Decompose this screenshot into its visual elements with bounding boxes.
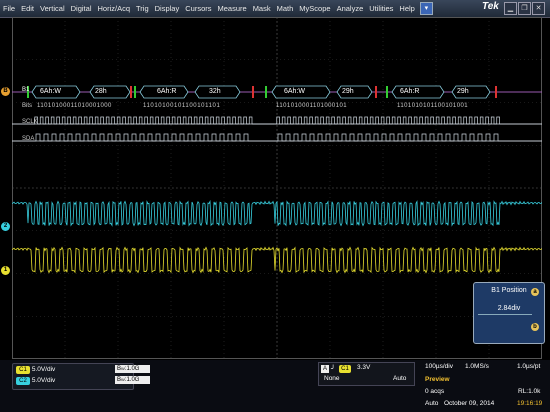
menu-edit[interactable]: Edit xyxy=(18,0,37,17)
menu-display[interactable]: Display xyxy=(152,0,183,17)
menu-analyze[interactable]: Analyze xyxy=(334,0,367,17)
ch1-trace xyxy=(11,246,543,274)
menu-help[interactable]: Help xyxy=(396,0,417,17)
menu-digital[interactable]: Digital xyxy=(68,0,95,17)
close-icon[interactable]: ✕ xyxy=(532,2,545,15)
bits-row-4: 1101010101100101001 xyxy=(397,103,469,109)
menu-myscope[interactable]: MyScope xyxy=(296,0,333,17)
packet-4-data: 29h xyxy=(457,88,469,95)
packet-1-address: 6Ah:W xyxy=(40,88,62,95)
menu-utilities[interactable]: Utilities xyxy=(366,0,396,17)
bits-row-2: 11010100101100101101 xyxy=(143,103,221,109)
graticule xyxy=(11,16,543,360)
sample-rate: 1.0MS/s xyxy=(465,363,489,370)
trigger-slope-icon: ╯ xyxy=(331,366,336,373)
ch1-bandwidth: BW:1.0G xyxy=(115,365,150,373)
menu-mask[interactable]: Mask xyxy=(250,0,274,17)
trigger-mode: Auto xyxy=(393,375,407,382)
stop-marker xyxy=(495,86,497,98)
ch1-badge: C1 xyxy=(16,366,30,374)
bus-label: B1 xyxy=(22,87,30,93)
packet-1-data: 28h xyxy=(95,88,107,95)
packet-2-data: 32h xyxy=(209,88,221,95)
ch1-scale: 5.0V/div xyxy=(31,366,56,373)
start-marker xyxy=(265,86,267,98)
menu-bar: File Edit Vertical Digital Horiz/Acq Trig Disp… xyxy=(0,0,550,18)
trigger-readout[interactable]: A ╯ C1 3.3V None Auto xyxy=(318,362,415,386)
ch1-readout[interactable]: C1 5.0V/div xyxy=(16,365,116,374)
scl-label: SCLK xyxy=(22,119,38,125)
ch2-readout[interactable]: C2 5.0V/div xyxy=(16,376,116,385)
start-marker xyxy=(134,86,136,98)
acq-mode: Auto xyxy=(425,400,439,407)
acq-date: October 09, 2014 xyxy=(444,400,495,407)
panel-divider xyxy=(478,314,532,315)
acq-time: 19:16:19 xyxy=(517,400,543,407)
bits-label: Bits xyxy=(22,103,33,109)
scl-trace-2 xyxy=(12,116,542,125)
menu-horizacq[interactable]: Horiz/Acq xyxy=(94,0,133,17)
packet-3-address: 6Ah:W xyxy=(284,88,306,95)
acq-state: Preview xyxy=(425,376,450,383)
stop-marker xyxy=(252,86,254,98)
restore-icon[interactable]: ❐ xyxy=(518,2,531,15)
waveform-display[interactable] xyxy=(11,16,543,360)
acquisition-readout[interactable]: 100µs/div 1.0MS/s 1.0µs/pt Preview 0 acq… xyxy=(422,362,549,411)
ch1-ref-marker[interactable]: 1 xyxy=(1,266,10,275)
bits-row-1: 11010100011010001000 xyxy=(37,103,112,109)
menu-file[interactable]: File xyxy=(0,0,18,17)
ch2-scale: 5.0V/div xyxy=(31,377,56,384)
trigger-level: 3.3V xyxy=(357,364,371,371)
packet-2-address: 6Ah:R xyxy=(157,88,177,95)
bits-row-3: 1101010001101000101 xyxy=(276,103,348,109)
resolution: 1.0µs/pt xyxy=(517,363,541,370)
knob-a-icon[interactable]: a xyxy=(531,288,539,296)
bus-position-panel[interactable]: B1 Position a 2.84div b xyxy=(473,282,545,344)
ch2-badge: C2 xyxy=(16,377,30,385)
minimize-icon[interactable]: ▁ xyxy=(504,2,517,15)
trigger-icon: A xyxy=(321,365,329,373)
packet-3-data: 29h xyxy=(342,88,354,95)
stop-marker xyxy=(375,86,377,98)
bus-ref-marker[interactable]: B xyxy=(1,87,10,96)
ch2-bandwidth: BW:1.0G xyxy=(115,376,150,384)
brand-logo: Tek xyxy=(482,1,499,12)
sda-label: SDA xyxy=(22,136,35,142)
stop-marker xyxy=(130,86,132,98)
packet-4-address: 6Ah:R xyxy=(400,88,420,95)
dropdown-arrow-icon[interactable]: ▾ xyxy=(419,2,433,15)
trigger-source: C1 xyxy=(339,365,351,373)
ch2-ref-marker[interactable]: 2 xyxy=(1,222,10,231)
acq-count: 0 acqs xyxy=(425,388,445,395)
trigger-coupling: None xyxy=(324,375,340,382)
panel-value: 2.84div xyxy=(497,305,521,312)
knob-b-icon[interactable]: b xyxy=(531,323,539,331)
menu-math[interactable]: Math xyxy=(274,0,297,17)
timebase: 100µs/div xyxy=(425,363,453,370)
start-marker xyxy=(386,86,388,98)
menu-cursors[interactable]: Cursors xyxy=(182,0,214,17)
menu-vertical[interactable]: Vertical xyxy=(37,0,68,17)
menu-trig[interactable]: Trig xyxy=(133,0,152,17)
record-length: RL:1.0k xyxy=(518,388,541,395)
menu-measure[interactable]: Measure xyxy=(215,0,250,17)
